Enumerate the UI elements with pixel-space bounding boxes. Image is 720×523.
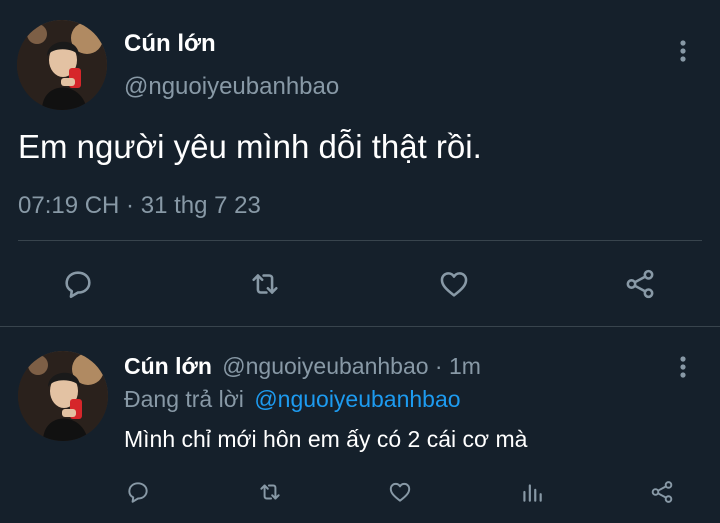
main-handle[interactable]: @nguoiyeubanhbao xyxy=(124,73,339,101)
main-avatar[interactable] xyxy=(17,20,107,110)
reply-tweet-text: Mình chỉ mới hôn em ấy có 2 cái cơ mà xyxy=(124,426,528,452)
reply-icon[interactable] xyxy=(124,478,152,506)
like-icon[interactable] xyxy=(386,478,414,506)
reply-handle-time[interactable]: @nguoiyeubanhbao · 1m xyxy=(222,353,481,379)
retweet-icon[interactable] xyxy=(247,266,283,302)
reply-header: Cún lớn @nguoiyeubanhbao · 1m xyxy=(124,353,481,380)
main-divider xyxy=(18,240,702,241)
main-tweet-text: Em người yêu mình dỗi thật rồi. xyxy=(18,128,482,165)
main-display-name[interactable]: Cún lớn xyxy=(124,30,216,58)
more-vertical-icon[interactable] xyxy=(673,352,693,382)
share-icon[interactable] xyxy=(648,478,676,506)
retweet-icon[interactable] xyxy=(256,478,284,506)
reply-avatar[interactable] xyxy=(18,351,108,441)
reply-icon[interactable] xyxy=(60,266,96,302)
section-divider xyxy=(0,326,720,327)
like-icon[interactable] xyxy=(436,266,472,302)
more-vertical-icon[interactable] xyxy=(673,36,693,66)
main-timestamp[interactable]: 07:19 CH · 31 thg 7 23 xyxy=(18,192,261,220)
analytics-icon[interactable] xyxy=(518,478,546,506)
replying-to-line: Đang trả lời @nguoiyeubanhbao xyxy=(124,386,461,413)
replying-to-link[interactable]: @nguoiyeubanhbao xyxy=(254,386,460,412)
share-icon[interactable] xyxy=(622,266,658,302)
reply-display-name[interactable]: Cún lớn xyxy=(124,353,212,379)
replying-prefix: Đang trả lời xyxy=(124,386,244,412)
